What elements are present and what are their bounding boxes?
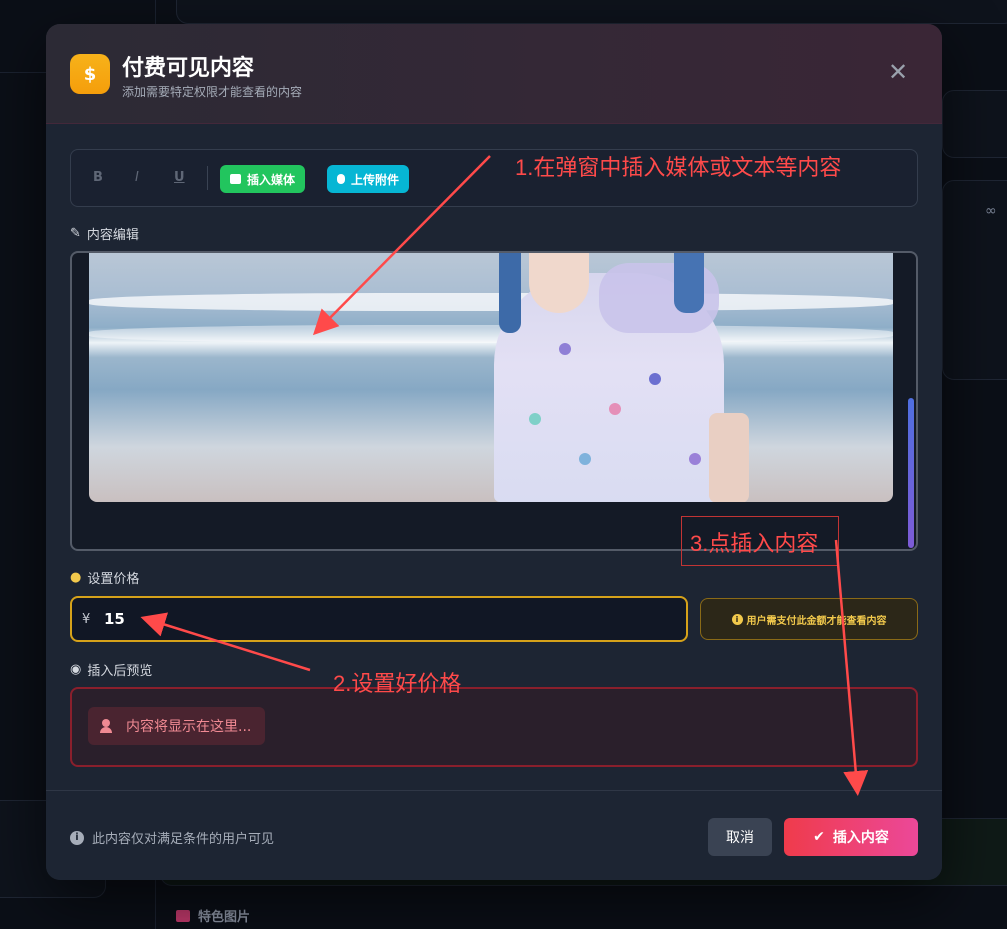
- arrow-step1: [312, 155, 491, 336]
- arrow-step2: [140, 612, 311, 672]
- arrow-step3: [834, 539, 869, 796]
- annotation-arrows: [140, 155, 869, 796]
